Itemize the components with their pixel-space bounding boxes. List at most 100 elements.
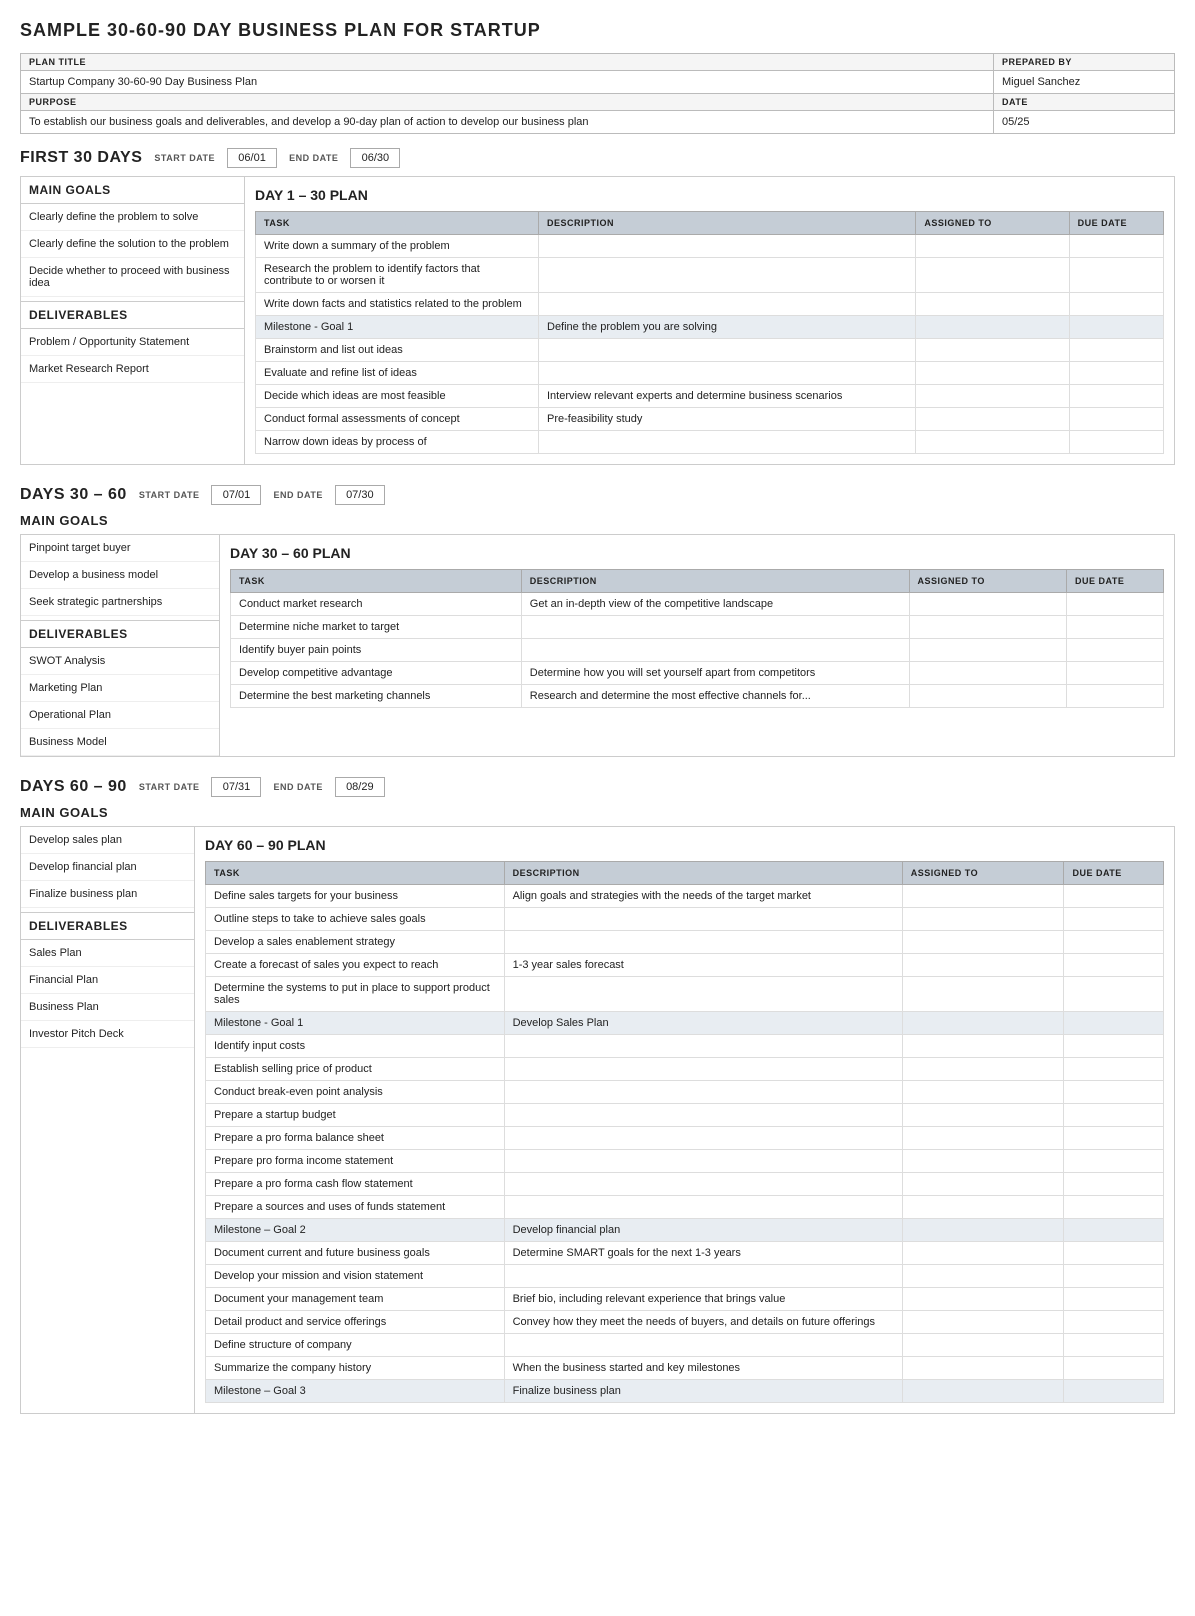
table-row-assigned (909, 662, 1067, 685)
table-row-desc (504, 1104, 902, 1127)
table-row-task: Milestone - Goal 1 (206, 1012, 505, 1035)
col-due: DUE DATE (1064, 862, 1164, 885)
table-row-due (1064, 1127, 1164, 1150)
table-row-desc (504, 908, 902, 931)
table-row-assigned (902, 1012, 1064, 1035)
table-row-assigned (902, 1196, 1064, 1219)
table-row-desc (539, 235, 916, 258)
table-row-due (1064, 1242, 1164, 1265)
table-row-task: Decide which ideas are most feasible (256, 385, 539, 408)
table-row-due (1064, 1288, 1164, 1311)
table-row-task: Prepare a startup budget (206, 1104, 505, 1127)
col-desc: DESCRIPTION (504, 862, 902, 885)
table-row-due (1069, 235, 1163, 258)
table-row-assigned (902, 1334, 1064, 1357)
first30-title: FIRST 30 DAYS (20, 149, 142, 167)
meta-section: PLAN TITLE Startup Company 30-60-90 Day … (20, 53, 1175, 134)
first30-plan-table: TASK DESCRIPTION ASSIGNED TO DUE DATE Wr… (255, 211, 1164, 454)
table-row-assigned (916, 293, 1069, 316)
days3060-start-label: START DATE (139, 490, 200, 500)
table-row-assigned (902, 885, 1064, 908)
table-row-assigned (916, 316, 1069, 339)
first30-section: FIRST 30 DAYS START DATE 06/01 END DATE … (20, 148, 1175, 465)
col-assigned: ASSIGNED TO (909, 570, 1067, 593)
table-row-due (1064, 1173, 1164, 1196)
table-row-task: Define sales targets for your business (206, 885, 505, 908)
table-row-desc (539, 293, 916, 316)
table-row-task: Conduct break-even point analysis (206, 1081, 505, 1104)
table-row-task: Create a forecast of sales you expect to… (206, 954, 505, 977)
table-row-assigned (902, 1380, 1064, 1403)
table-row-desc: Determine how you will set yourself apar… (521, 662, 909, 685)
table-row-assigned (916, 431, 1069, 454)
days3060-plan-title: DAY 30 – 60 PLAN (230, 545, 1164, 561)
days6090-start-date: 07/31 (211, 777, 261, 797)
table-row-due (1067, 639, 1164, 662)
days6090-end-date: 08/29 (335, 777, 385, 797)
table-row-task: Milestone – Goal 2 (206, 1219, 505, 1242)
table-row-desc: Determine SMART goals for the next 1-3 y… (504, 1242, 902, 1265)
days6090-plan-table: TASK DESCRIPTION ASSIGNED TO DUE DATE De… (205, 861, 1164, 1403)
table-row-task: Identify buyer pain points (231, 639, 522, 662)
date-value: 05/25 (994, 111, 1174, 133)
days3060-left-panel: Pinpoint target buyer Develop a business… (20, 534, 220, 757)
table-row-desc: Convey how they meet the needs of buyers… (504, 1311, 902, 1334)
table-row-task: Prepare a pro forma cash flow statement (206, 1173, 505, 1196)
days6090-end-label: END DATE (273, 782, 322, 792)
table-row-assigned (909, 685, 1067, 708)
table-row-desc: Brief bio, including relevant experience… (504, 1288, 902, 1311)
plan-title-value: Startup Company 30-60-90 Day Business Pl… (21, 71, 993, 93)
days3060-plan-table: TASK DESCRIPTION ASSIGNED TO DUE DATE Co… (230, 569, 1164, 708)
table-row-assigned (916, 408, 1069, 431)
col-due: DUE DATE (1069, 212, 1163, 235)
table-row-desc: Define the problem you are solving (539, 316, 916, 339)
table-row-task: Brainstorm and list out ideas (256, 339, 539, 362)
days6090-deliverable-1: Financial Plan (21, 967, 194, 994)
days3060-right-panel: DAY 30 – 60 PLAN TASK DESCRIPTION ASSIGN… (220, 534, 1175, 757)
days6090-start-label: START DATE (139, 782, 200, 792)
table-row-assigned (902, 1104, 1064, 1127)
table-row-task: Summarize the company history (206, 1357, 505, 1380)
table-row-assigned (902, 1265, 1064, 1288)
table-row-due (1069, 431, 1163, 454)
table-row-desc (504, 1035, 902, 1058)
table-row-due (1064, 1334, 1164, 1357)
table-row-due (1069, 385, 1163, 408)
page-title: SAMPLE 30-60-90 DAY BUSINESS PLAN FOR ST… (20, 20, 1175, 41)
days3060-end-label: END DATE (273, 490, 322, 500)
days3060-title: DAYS 30 – 60 (20, 486, 127, 504)
table-row-due (1067, 685, 1164, 708)
days6090-main-goals-label: MAIN GOALS (20, 805, 1175, 820)
table-row-due (1064, 1012, 1164, 1035)
first30-end-label: END DATE (289, 153, 338, 163)
table-row-desc (504, 1334, 902, 1357)
table-row-assigned (902, 1035, 1064, 1058)
table-row-task: Research the problem to identify factors… (256, 258, 539, 293)
table-row-assigned (916, 362, 1069, 385)
table-row-due (1064, 1311, 1164, 1334)
col-desc: DESCRIPTION (539, 212, 916, 235)
col-desc: DESCRIPTION (521, 570, 909, 593)
days3060-deliverable-0: SWOT Analysis (21, 648, 219, 675)
table-row-due (1069, 293, 1163, 316)
table-row-desc: Align goals and strategies with the need… (504, 885, 902, 908)
table-row-assigned (916, 339, 1069, 362)
days6090-deliverable-3: Investor Pitch Deck (21, 1021, 194, 1048)
table-row-due (1064, 954, 1164, 977)
days3060-start-date: 07/01 (211, 485, 261, 505)
table-row-due (1064, 1380, 1164, 1403)
table-row-task: Document your management team (206, 1288, 505, 1311)
days3060-deliverables-label: DELIVERABLES (21, 620, 219, 648)
table-row-assigned (902, 1219, 1064, 1242)
table-row-due (1069, 362, 1163, 385)
first30-start-date: 06/01 (227, 148, 277, 168)
table-row-desc: Get an in-depth view of the competitive … (521, 593, 909, 616)
table-row-assigned (916, 385, 1069, 408)
table-row-desc (504, 977, 902, 1012)
table-row-assigned (902, 1311, 1064, 1334)
table-row-due (1069, 258, 1163, 293)
days6090-goal-1: Develop financial plan (21, 854, 194, 881)
table-row-desc (539, 258, 916, 293)
first30-end-date: 06/30 (350, 148, 400, 168)
first30-right-panel: DAY 1 – 30 PLAN TASK DESCRIPTION ASSIGNE… (245, 176, 1175, 465)
